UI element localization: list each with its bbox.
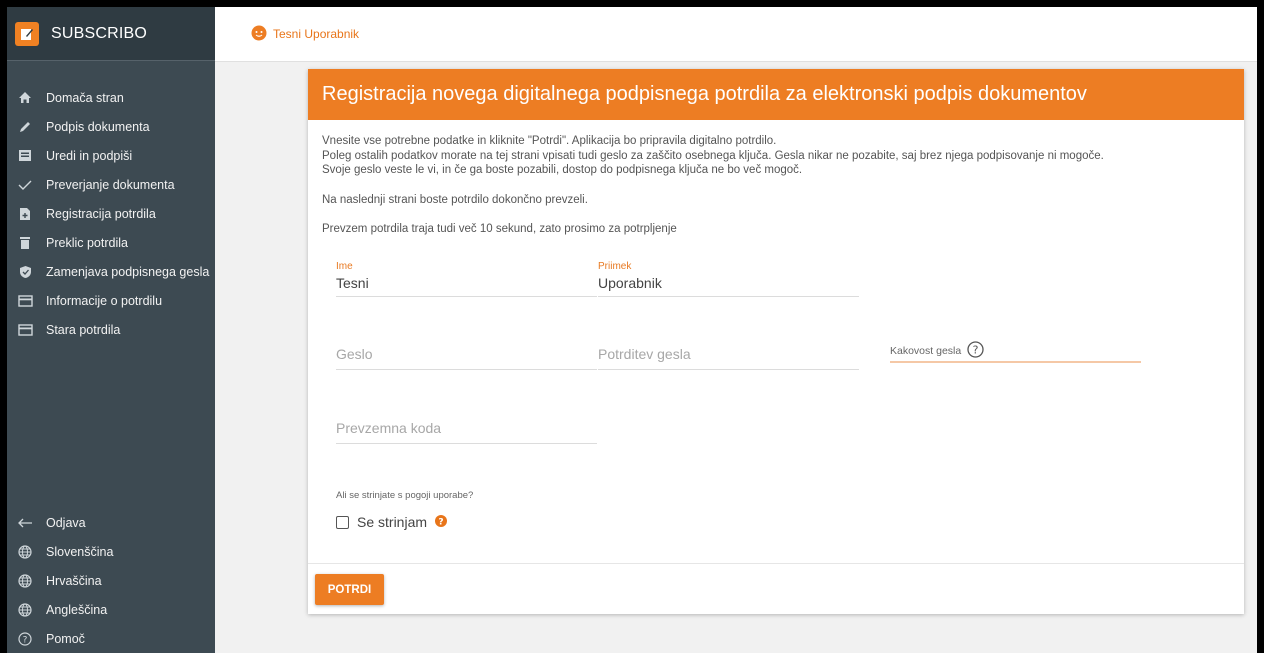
sidebar-item-odjava[interactable]: Odjava (7, 508, 215, 537)
koda-placeholder: Prevzemna koda (336, 420, 442, 436)
sidebar-item-hrvascina[interactable]: Hrvaščina (7, 566, 215, 595)
file-plus-icon (17, 206, 33, 222)
geslo-placeholder: Geslo (336, 346, 373, 362)
ime-value: Tesni (336, 275, 369, 291)
potrdi-button[interactable]: POTRDI (315, 574, 384, 605)
geslo-input[interactable]: Geslo (336, 346, 597, 370)
sidebar-item-anglescina[interactable]: Angleščina (7, 595, 215, 624)
card-icon (17, 322, 33, 338)
sidebar-item-label: Domača stran (46, 90, 124, 105)
ime-label: Ime (336, 261, 353, 272)
password-quality-meter: Kakovost gesla ? (890, 341, 1141, 363)
edit-document-icon (17, 148, 33, 164)
sidebar-item-preverjanje-dokumenta[interactable]: Preverjanje dokumenta (7, 170, 215, 199)
checkmark-icon (17, 177, 33, 193)
potrditev-gesla-input[interactable]: Potrditev gesla (598, 346, 859, 370)
sidebar-item-label: Angleščina (46, 602, 108, 617)
sidebar-item-label: Pomoč (46, 631, 85, 646)
home-icon (17, 90, 33, 106)
sidebar-item-label: Stara potrdila (46, 322, 121, 337)
svg-text:?: ? (973, 344, 979, 357)
sidebar-nav: Domača stran Podpis dokumenta Uredi in p… (7, 61, 215, 344)
intro-text: Vnesite vse potrebne podatke in kliknite… (322, 134, 1230, 178)
arrow-left-icon (17, 515, 33, 531)
prevzemna-koda-input[interactable]: Prevzemna koda (336, 420, 597, 444)
sidebar-item-label: Preklic potrdila (46, 235, 128, 250)
globe-icon (17, 602, 33, 618)
sidebar-item-label: Podpis dokumenta (46, 119, 150, 134)
priimek-label: Priimek (598, 261, 632, 272)
brand-name: SUBSCRIBO (51, 24, 148, 42)
note-wait: Prevzem potrdila traja tudi več 10 sekun… (322, 222, 677, 235)
sidebar-item-label: Informacije o potrdilu (46, 293, 163, 308)
main-area: Tesni Uporabnik Registracija novega digi… (215, 7, 1257, 653)
help-circle-icon[interactable]: ? (967, 341, 984, 361)
priimek-field[interactable]: Priimek Uporabnik (598, 261, 859, 297)
sidebar-item-label: Odjava (46, 515, 86, 530)
sidebar-item-registracija-potrdila[interactable]: Registracija potrdila (7, 199, 215, 228)
intro-line: Svoje geslo veste le vi, in če ga boste … (322, 164, 803, 176)
sidebar-item-label: Registracija potrdila (46, 206, 156, 221)
sidebar-item-pomoc[interactable]: ? Pomoč (7, 624, 215, 653)
topbar: Tesni Uporabnik (215, 7, 1257, 62)
sidebar-item-domaca-stran[interactable]: Domača stran (7, 83, 215, 112)
globe-icon (17, 573, 33, 589)
sidebar-item-stara-potrdila[interactable]: Stara potrdila (7, 315, 215, 344)
sidebar-item-uredi-in-podpisi[interactable]: Uredi in podpiši (7, 141, 215, 170)
sidebar-item-label: Slovenščina (46, 544, 114, 559)
agree-label[interactable]: Se strinjam (357, 514, 427, 530)
card-body: Vnesite vse potrebne podatke in kliknite… (308, 120, 1244, 236)
user-face-icon (251, 25, 267, 44)
shield-check-icon (17, 264, 33, 280)
user-menu[interactable]: Tesni Uporabnik (251, 25, 359, 44)
agree-checkbox[interactable] (336, 515, 349, 529)
priimek-value: Uporabnik (598, 275, 662, 291)
sidebar-item-label: Zamenjava podpisnega gesla (46, 264, 210, 279)
trash-icon (17, 235, 33, 251)
sidebar-item-label: Preverjanje dokumenta (46, 177, 175, 192)
card-title: Registracija novega digitalnega podpisne… (308, 69, 1244, 120)
card-divider (308, 563, 1244, 564)
intro-line: Poleg ostalih podatkov morate na tej str… (322, 149, 1104, 162)
brand[interactable]: SUBSCRIBO (7, 7, 215, 61)
registration-card: Registracija novega digitalnega podpisne… (308, 69, 1244, 614)
help-circle-icon: ? (17, 631, 33, 647)
sidebar: SUBSCRIBO Domača stran Podpis dokumenta … (7, 7, 215, 653)
potrditev-placeholder: Potrditev gesla (598, 346, 691, 362)
svg-text:?: ? (438, 518, 443, 528)
sidebar-bottom-nav: Odjava Slovenščina Hrvaščina Angleščina … (7, 508, 215, 653)
sidebar-item-slovenscina[interactable]: Slovenščina (7, 537, 215, 566)
card-icon (17, 293, 33, 309)
quality-label: Kakovost gesla (890, 345, 962, 357)
sidebar-item-preklic-potrdila[interactable]: Preklic potrdila (7, 228, 215, 257)
sidebar-item-informacije[interactable]: Informacije o potrdilu (7, 286, 215, 315)
sidebar-item-label: Uredi in podpiši (46, 148, 133, 163)
svg-text:?: ? (23, 635, 28, 645)
note-final-step: Na naslednji strani boste potrdilo dokon… (322, 193, 588, 206)
user-name: Tesni Uporabnik (273, 27, 360, 41)
intro-line: Vnesite vse potrebne podatke in kliknite… (322, 135, 777, 147)
sidebar-item-label: Hrvaščina (46, 573, 102, 588)
ime-field[interactable]: Ime Tesni (336, 261, 597, 297)
logo-icon (15, 21, 39, 46)
terms-question: Ali se strinjate s pogoji uporabe? (336, 490, 474, 501)
sidebar-item-podpis-dokumenta[interactable]: Podpis dokumenta (7, 112, 215, 141)
pen-icon (17, 119, 33, 135)
question-icon[interactable]: ? (435, 514, 448, 530)
globe-icon (17, 544, 33, 560)
sidebar-item-zamenjava-gesla[interactable]: Zamenjava podpisnega gesla (7, 257, 215, 286)
terms-agree-row: Se strinjam ? (336, 514, 448, 530)
